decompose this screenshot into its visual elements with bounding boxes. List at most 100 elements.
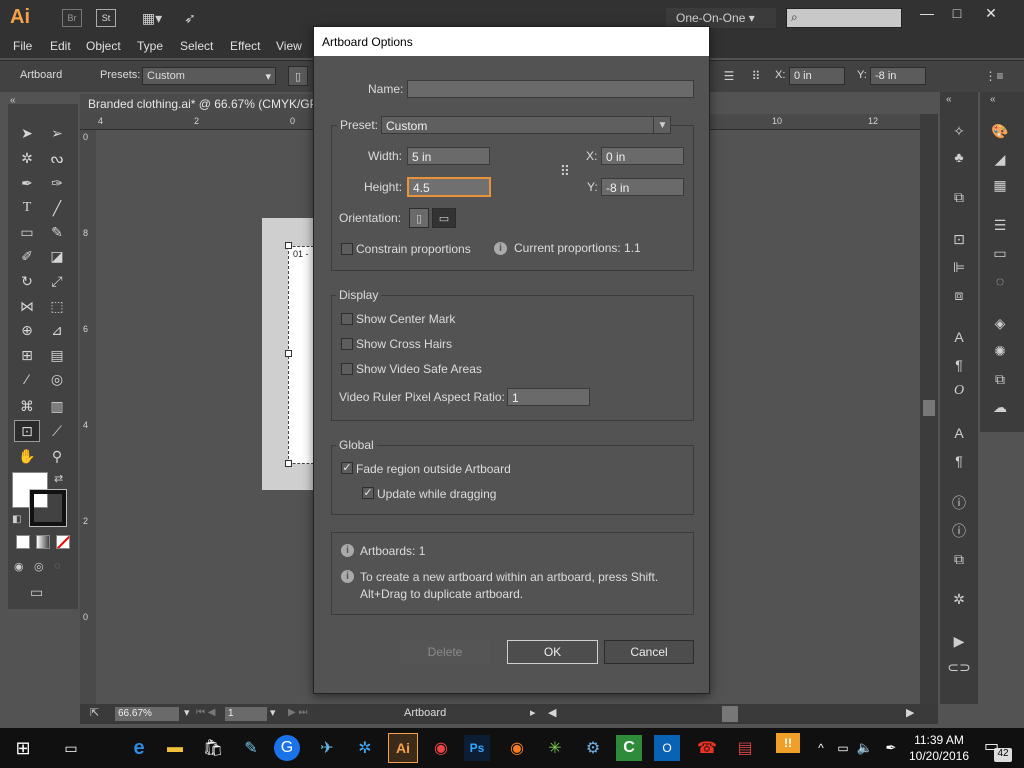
hand-tool-icon[interactable]: ✋ xyxy=(14,445,40,467)
brushes-icon[interactable]: ✧ xyxy=(948,120,970,142)
menu-file[interactable]: File xyxy=(13,39,32,53)
control-y-field[interactable]: -8 in xyxy=(870,67,926,85)
artboards-icon[interactable]: ⧉ xyxy=(988,368,1012,390)
transform-icon[interactable]: ⊡ xyxy=(948,228,970,250)
swap-fill-stroke-icon[interactable]: ⇄ xyxy=(54,472,63,485)
scroll-left-icon[interactable]: ◀ xyxy=(548,706,556,719)
edge-icon[interactable]: e xyxy=(124,733,154,763)
artboard-handle[interactable] xyxy=(285,350,292,357)
windows-start-icon[interactable]: ⊞ xyxy=(8,733,38,763)
chevron-down-icon[interactable]: ▼ xyxy=(653,117,671,134)
scrollbar-thumb[interactable] xyxy=(923,400,935,416)
character-styles-icon[interactable]: A xyxy=(948,422,970,444)
collapse-icon[interactable]: « xyxy=(990,94,996,105)
minimize-button[interactable]: — xyxy=(910,2,944,24)
opentype-icon[interactable]: O xyxy=(948,380,970,402)
color-guide-icon[interactable]: ◢ xyxy=(988,148,1012,170)
layers-icon[interactable]: ◈ xyxy=(988,312,1012,334)
app-icon[interactable]: ✎ xyxy=(236,733,266,763)
symbol-sprayer-tool-icon[interactable]: ⌘ xyxy=(14,395,40,417)
free-transform-tool-icon[interactable]: ⬚ xyxy=(44,295,70,317)
direct-selection-tool-icon[interactable]: ➢ xyxy=(44,122,70,144)
slice-tool-icon[interactable]: ⟋ xyxy=(44,420,70,442)
draw-behind-icon[interactable]: ◎ xyxy=(34,560,44,573)
perspective-grid-tool-icon[interactable]: ⊿ xyxy=(44,319,70,341)
type-tool-icon[interactable]: T xyxy=(14,197,40,219)
default-fill-stroke-icon[interactable]: ◧ xyxy=(12,514,21,525)
paragraph-icon[interactable]: ¶ xyxy=(948,354,970,376)
task-view-icon[interactable]: ▭ xyxy=(56,733,86,763)
artboard-handle[interactable] xyxy=(285,460,292,467)
export-icon[interactable]: ⧉ xyxy=(948,186,970,208)
magic-wand-tool-icon[interactable]: ✲ xyxy=(14,147,40,169)
first-artboard-icon[interactable]: ⏮ ◀ xyxy=(196,707,215,718)
document-tab[interactable]: Branded clothing.ai* @ 66.67% (CMYK/GPU xyxy=(80,94,316,114)
pen-tool-icon[interactable]: ✒ xyxy=(14,172,40,194)
preset-dropdown[interactable]: Custom xyxy=(381,116,671,134)
draw-normal-icon[interactable]: ◉ xyxy=(14,560,24,573)
maximize-button[interactable]: □ xyxy=(940,2,974,24)
height-field[interactable]: 4.5 xyxy=(407,177,491,197)
control-x-field[interactable]: 0 in xyxy=(789,67,845,85)
none-mode-icon[interactable] xyxy=(56,535,70,549)
links-panel-icon[interactable]: ⧉ xyxy=(948,548,970,570)
graph-tool-icon[interactable]: ▥ xyxy=(44,395,70,417)
shaper-tool-icon[interactable]: ✐ xyxy=(14,245,40,267)
landscape-orientation-icon[interactable]: ▭ xyxy=(432,208,456,228)
pen-workspace-icon[interactable]: ✒ xyxy=(876,733,906,763)
workspace-switcher[interactable]: One-On-One ▾ xyxy=(666,8,776,28)
illustrator-taskbar-icon[interactable]: Ai xyxy=(388,733,418,763)
color-icon[interactable]: 🎨 xyxy=(988,120,1012,142)
last-artboard-icon[interactable]: ▶ ⏭ xyxy=(288,707,307,718)
portrait-orientation-icon[interactable]: ▯ xyxy=(409,208,429,228)
artboard-number-field[interactable]: 1 xyxy=(224,706,268,722)
google-icon[interactable]: G xyxy=(274,735,300,761)
zoom-field[interactable]: 66.67% xyxy=(114,706,180,722)
horizontal-scrollbar-thumb[interactable] xyxy=(722,706,738,722)
selection-tool-icon[interactable]: ➤ xyxy=(14,122,40,144)
file-explorer-icon[interactable]: ▬ xyxy=(160,733,190,763)
artboard-options-icon[interactable]: ☰ xyxy=(720,66,738,86)
update-dragging-checkbox[interactable]: ✓ xyxy=(362,487,374,499)
eyedropper-tool-icon[interactable]: ⁄ xyxy=(14,368,40,390)
paragraph-styles-icon[interactable]: ¶ xyxy=(948,450,970,472)
appearance-icon[interactable]: ✺ xyxy=(988,340,1012,362)
menu-view[interactable]: View xyxy=(276,39,302,53)
paintbrush-tool-icon[interactable]: ✎ xyxy=(44,221,70,243)
align-icon[interactable]: ⊫ xyxy=(948,256,970,278)
screen-mode-icon[interactable]: ▭ xyxy=(30,584,43,601)
width-field[interactable]: 5 in xyxy=(407,147,490,165)
lasso-tool-icon[interactable]: ᔓ xyxy=(44,147,70,169)
scale-tool-icon[interactable]: ⤢ xyxy=(44,270,70,292)
cancel-button[interactable]: Cancel xyxy=(604,640,694,664)
menu-effect[interactable]: Effect xyxy=(230,39,260,53)
fade-region-checkbox[interactable]: ✓ xyxy=(341,462,353,474)
pathfinder-icon[interactable]: ⧈ xyxy=(948,284,970,306)
notification-app-icon[interactable]: !! xyxy=(776,733,800,753)
portrait-orientation-icon[interactable]: ▯ xyxy=(288,66,308,86)
show-video-safe-checkbox[interactable] xyxy=(341,363,353,375)
menu-select[interactable]: Select xyxy=(180,39,213,53)
stroke-swatch[interactable] xyxy=(29,489,67,527)
collapse-icon[interactable]: « xyxy=(946,94,952,105)
actions-icon[interactable]: ▶ xyxy=(948,630,970,652)
name-field[interactable] xyxy=(407,80,694,98)
navigator-icon[interactable]: ✲ xyxy=(948,588,970,610)
ok-button[interactable]: OK xyxy=(507,640,598,664)
mesh-tool-icon[interactable]: ⊞ xyxy=(14,344,40,366)
pixel-ratio-field[interactable]: 1 xyxy=(507,388,590,406)
links-icon[interactable]: ⊂⊃ xyxy=(947,656,970,678)
photoshop-icon[interactable]: Ps xyxy=(464,735,490,761)
chevron-down-icon[interactable]: ▾ xyxy=(270,706,276,719)
firefox-icon[interactable]: ◉ xyxy=(502,733,532,763)
y-field[interactable]: -8 in xyxy=(601,178,684,196)
system-clock[interactable]: 11:39 AM 10/20/2016 xyxy=(906,732,972,764)
artboard-handle[interactable] xyxy=(285,242,292,249)
symbols-icon[interactable]: ♣ xyxy=(948,146,970,168)
show-cross-hairs-checkbox[interactable] xyxy=(341,338,353,350)
scroll-right-icon[interactable]: ▶ xyxy=(906,706,914,719)
app-icon[interactable]: ⚙ xyxy=(578,733,608,763)
outlook-icon[interactable]: O xyxy=(654,735,680,761)
cc-libraries-icon[interactable]: ☁ xyxy=(988,396,1012,418)
reference-point-icon[interactable]: ⠿ xyxy=(554,160,576,182)
